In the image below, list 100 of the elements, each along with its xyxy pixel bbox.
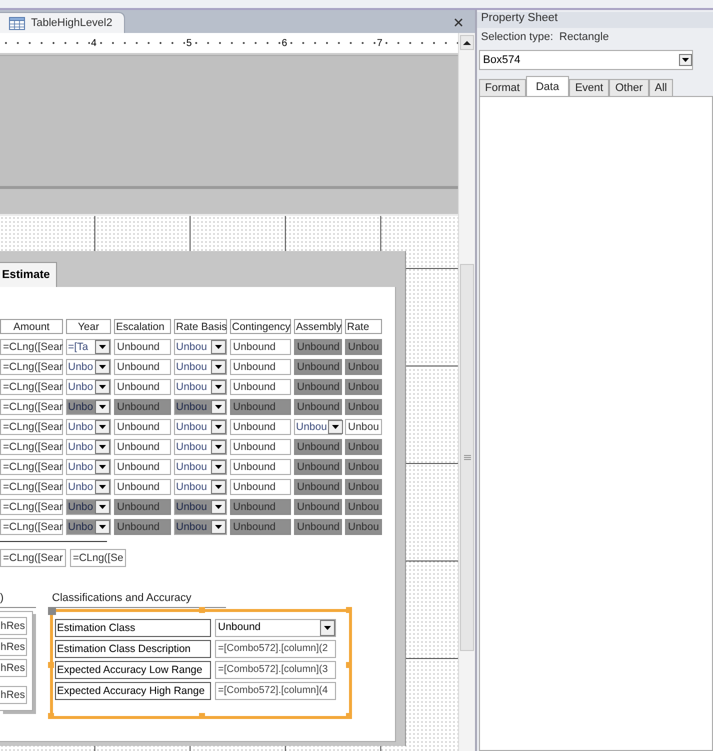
text-box[interactable]: Unbound [294,379,342,395]
text-box[interactable]: Unbound [230,519,291,535]
dropdown-button[interactable] [95,520,110,534]
text-box[interactable]: =[Combo572].[column](4 [215,682,336,700]
text-box[interactable]: =[Combo572].[column](3 [215,661,336,679]
property-tab[interactable]: Event [569,79,610,96]
text-box[interactable]: Unbound [294,499,342,515]
combo-box[interactable]: Unbou [174,519,227,535]
text-box[interactable]: Unbound [294,339,342,355]
document-tab[interactable]: TableHighLevel2 [0,12,126,33]
dropdown-button[interactable] [328,420,343,434]
dropdown-button[interactable] [211,440,226,454]
text-box[interactable]: Unbou [345,339,382,355]
combo-box[interactable]: Unbound [215,619,336,637]
text-box[interactable]: Unbound [294,519,342,535]
resize-handle[interactable] [199,607,205,613]
combo-box[interactable]: Unbo [66,379,111,395]
text-box[interactable]: Unbound [230,359,291,375]
combo-box[interactable]: Unbou [174,359,227,375]
text-box[interactable]: hRes [0,617,27,635]
text-box[interactable]: Unbou [345,479,382,495]
combo-box[interactable]: Unbou [174,459,227,475]
property-tab[interactable]: Format [479,79,526,96]
dropdown-button[interactable] [95,420,110,434]
text-box[interactable]: hRes [0,638,27,656]
dropdown-button[interactable] [211,520,226,534]
text-box[interactable]: Unbound [114,359,171,375]
text-box[interactable]: Unbou [345,499,382,515]
property-tab[interactable]: All [648,79,673,96]
property-tab[interactable]: Other [609,79,649,96]
text-box[interactable]: Unbound [294,479,342,495]
dropdown-button[interactable] [95,480,110,494]
text-box[interactable]: Unbound [114,439,171,455]
combo-box[interactable]: Unbou [174,479,227,495]
text-box[interactable]: =CLng([Sear [0,459,63,475]
text-box[interactable]: hRes [0,659,27,677]
text-box[interactable]: =CLng([Sear [0,419,63,435]
text-box[interactable]: =CLng([Sear [0,399,63,415]
dropdown-button[interactable] [679,54,692,66]
combo-box[interactable]: Unbo [66,439,111,455]
dropdown-button[interactable] [95,340,110,354]
text-box[interactable]: Unbound [114,519,171,535]
dropdown-button[interactable] [95,500,110,514]
property-tab[interactable]: Data [526,76,570,96]
combo-box[interactable]: Unbou [174,419,227,435]
text-box[interactable]: Unbound [294,459,342,475]
text-box[interactable]: =CLng([Sear [0,519,63,535]
text-box[interactable]: Unbound [230,479,291,495]
dropdown-button[interactable] [211,400,226,414]
combo-box[interactable]: Unbou [174,439,227,455]
text-box[interactable]: Unbou [345,379,382,395]
dropdown-button[interactable] [211,380,226,394]
dropdown-button[interactable] [211,420,226,434]
text-box[interactable]: =[Combo572].[column](2 [215,640,336,658]
text-box[interactable]: =CLng([Sear [0,339,63,355]
vertical-scrollbar[interactable] [458,33,475,751]
text-box[interactable]: Unbou [345,459,382,475]
dropdown-button[interactable] [211,460,226,474]
text-box[interactable]: Unbound [114,339,171,355]
combo-box[interactable]: Unbo [66,479,111,495]
total-box[interactable]: =CLng([Se [70,549,126,567]
combo-box[interactable]: Unbo [66,499,111,515]
text-box[interactable]: Unbound [230,459,291,475]
text-box[interactable]: Unbound [294,399,342,415]
resize-handle[interactable] [346,607,352,613]
dropdown-button[interactable] [211,340,226,354]
resize-handle[interactable] [346,662,352,668]
combo-box[interactable]: =[Ta [66,339,111,355]
combo-box[interactable]: Unbou [294,419,342,435]
combo-box[interactable]: Unbou [174,379,227,395]
text-box[interactable]: Unbound [294,439,342,455]
resize-handle[interactable] [346,713,352,719]
scroll-thumb[interactable] [460,264,474,651]
text-box[interactable]: Unbound [230,419,291,435]
dropdown-button[interactable] [95,400,110,414]
total-box[interactable]: =CLng([Sear [0,549,66,567]
text-box[interactable]: =CLng([Sear [0,499,63,515]
scroll-up-button[interactable] [460,35,474,50]
text-box[interactable]: Unbound [230,499,291,515]
combo-box[interactable]: Unbo [66,459,111,475]
text-box[interactable]: Unbound [230,399,291,415]
text-box[interactable]: Unbound [230,439,291,455]
text-box[interactable]: Unbou [345,519,382,535]
text-box[interactable]: Unbound [230,339,291,355]
text-box[interactable]: Unbou [345,419,382,435]
text-box[interactable]: Unbound [114,399,171,415]
text-box[interactable]: Unbou [345,359,382,375]
combo-box[interactable]: Unbo [66,359,111,375]
text-box[interactable]: Unbound [114,479,171,495]
dropdown-button[interactable] [95,380,110,394]
text-box[interactable]: Unbound [230,379,291,395]
text-box[interactable]: =CLng([Sear [0,479,63,495]
move-handle[interactable] [48,607,56,615]
object-dropdown[interactable]: Box574 [479,50,693,70]
combo-box[interactable]: Unbo [66,399,111,415]
text-box[interactable]: Unbound [114,499,171,515]
resize-handle[interactable] [48,662,54,668]
combo-box[interactable]: Unbo [66,419,111,435]
dropdown-button[interactable] [320,620,335,636]
combo-box[interactable]: Unbou [174,339,227,355]
